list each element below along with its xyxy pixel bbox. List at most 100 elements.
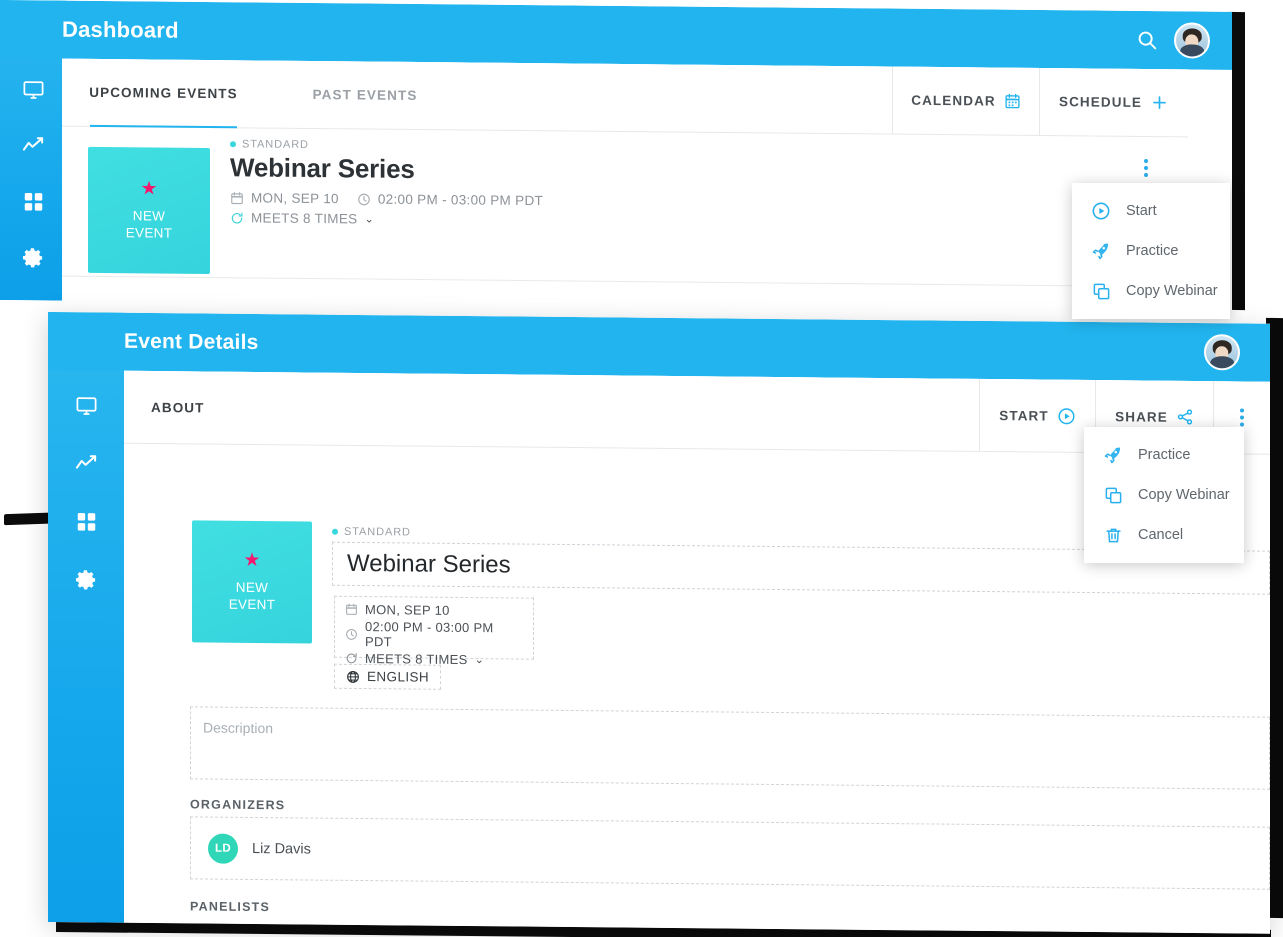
calendar-icon [1004,93,1021,110]
event-title-value: Webinar Series [347,550,511,580]
event-time-label: 02:00 PM - 03:00 PM PDT [365,619,523,651]
chevron-down-icon[interactable]: ⌄ [475,653,485,666]
status-badge: STANDARD [230,138,543,153]
tab-upcoming-events[interactable]: UPCOMING EVENTS [62,59,265,128]
event-time-label: 02:00 PM - 03:00 PM PDT [378,192,543,209]
plus-icon [1150,93,1169,112]
event-thumb-line1: NEW [133,207,165,224]
event-language-label: ENGLISH [367,669,429,685]
menu-item-cancel[interactable]: Cancel [1084,515,1244,555]
menu-item-start[interactable]: Start [1072,191,1230,231]
event-time: 02:00 PM - 03:00 PM PDT [345,619,523,651]
tab-label: ABOUT [151,399,205,415]
rocket-icon [1090,240,1112,262]
event-recurrence-label: MEETS 8 TIMES [251,210,357,226]
description-field[interactable]: Description [190,706,1270,789]
event-thumb-line2: EVENT [229,596,276,613]
tab-past-events[interactable]: PAST EVENTS [265,61,465,130]
organizers-field[interactable]: LD Liz Davis [190,816,1270,889]
star-icon: ★ [243,551,260,570]
event-thumbnail[interactable]: ★ NEW EVENT [192,520,312,643]
dashboard-tabstrip: UPCOMING EVENTS PAST EVENTS CALENDAR [62,59,1188,138]
event-language-field[interactable]: ENGLISH [334,664,441,690]
status-badge-label: STANDARD [242,138,309,151]
event-date: MON, SEP 10 [345,602,523,619]
monitor-icon[interactable] [18,74,48,104]
event-overflow-menu-button[interactable] [1144,159,1148,177]
analytics-icon[interactable] [18,130,48,160]
event-details-overflow-menu-button[interactable] [1240,408,1244,426]
globe-icon [346,669,360,683]
repeat-icon [230,211,244,225]
user-avatar[interactable] [1174,22,1210,58]
event-thumb-line1: NEW [236,579,268,596]
user-avatar[interactable] [1204,334,1240,370]
menu-item-label: Copy Webinar [1126,283,1218,299]
status-badge: STANDARD [332,526,411,539]
event-info: STANDARD Webinar Series MON, SEP 10 [230,138,543,228]
status-dot-icon [230,141,236,147]
apps-grid-icon[interactable] [18,186,48,216]
event-recurrence[interactable]: MEETS 8 TIMES ⌄ [230,210,543,228]
dashboard-window: Dashboard UPCOMING EVENTS [0,0,1232,312]
menu-item-label: Copy Webinar [1138,487,1230,503]
menu-item-practice[interactable]: Practice [1072,231,1230,271]
panelists-label: PANELISTS [190,899,270,914]
calendar-icon [345,603,358,616]
calendar-icon [230,191,244,205]
status-dot-icon [332,529,338,535]
calendar-button[interactable]: CALENDAR [893,67,1039,135]
start-button[interactable]: START [980,379,1095,452]
gear-icon[interactable] [71,564,101,594]
clock-icon [345,627,358,640]
event-thumb-line2: EVENT [126,224,173,241]
tab-label: UPCOMING EVENTS [89,85,238,101]
menu-item-copy-webinar[interactable]: Copy Webinar [1084,475,1244,515]
event-schedule-field[interactable]: MON, SEP 10 02:00 PM - 03:00 PM PDT [334,596,534,660]
event-date-label: MON, SEP 10 [251,190,339,206]
event-time: 02:00 PM - 03:00 PM PDT [357,191,543,208]
event-thumbnail[interactable]: ★ NEW EVENT [88,147,210,274]
dashboard-content-panel: UPCOMING EVENTS PAST EVENTS CALENDAR [62,59,1188,312]
rocket-icon [1102,444,1124,466]
organizers-label: ORGANIZERS [190,797,285,812]
copy-icon [1102,484,1124,506]
search-icon[interactable] [1136,29,1158,51]
schedule-button-label: SCHEDULE [1059,94,1142,110]
organizer-name: Liz Davis [252,840,311,857]
event-date-label: MON, SEP 10 [365,602,450,618]
tab-about[interactable]: ABOUT [124,371,327,445]
trash-icon [1102,524,1124,546]
share-button-label: SHARE [1115,409,1168,425]
dashboard-context-menu: Start Practice Copy Webinar [1072,183,1230,319]
event-details-context-menu: Practice Copy Webinar Cancel [1084,427,1244,563]
analytics-icon[interactable] [71,448,101,478]
menu-item-label: Cancel [1138,527,1183,543]
play-circle-icon [1057,406,1076,425]
menu-item-copy-webinar[interactable]: Copy Webinar [1072,271,1230,311]
tab-label: PAST EVENTS [313,87,418,103]
menu-item-label: Practice [1138,447,1190,463]
event-title: Webinar Series [230,152,543,186]
copy-icon [1090,280,1112,302]
organizer-avatar: LD [208,833,238,863]
schedule-button[interactable]: SCHEDULE [1040,68,1188,136]
chevron-down-icon[interactable]: ⌄ [364,212,374,225]
event-details-sidebar [48,312,124,923]
monitor-icon[interactable] [71,390,101,420]
event-details-window: Event Details ABOUT START [48,312,1270,934]
event-list-item[interactable]: ★ NEW EVENT STANDARD Webinar Series [62,127,1188,288]
screenshot-stage: Dashboard UPCOMING EVENTS [0,0,1283,937]
menu-item-practice[interactable]: Practice [1084,435,1244,475]
start-button-label: START [999,408,1049,423]
page-title: Event Details [124,330,259,355]
clock-icon [357,192,371,206]
gear-icon[interactable] [18,242,48,272]
share-icon [1176,408,1194,426]
menu-item-label: Start [1126,203,1157,219]
apps-grid-icon[interactable] [71,506,101,536]
event-date: MON, SEP 10 [230,190,339,206]
status-badge-label: STANDARD [344,526,411,539]
menu-item-label: Practice [1126,243,1178,259]
page-title: Dashboard [62,17,179,44]
